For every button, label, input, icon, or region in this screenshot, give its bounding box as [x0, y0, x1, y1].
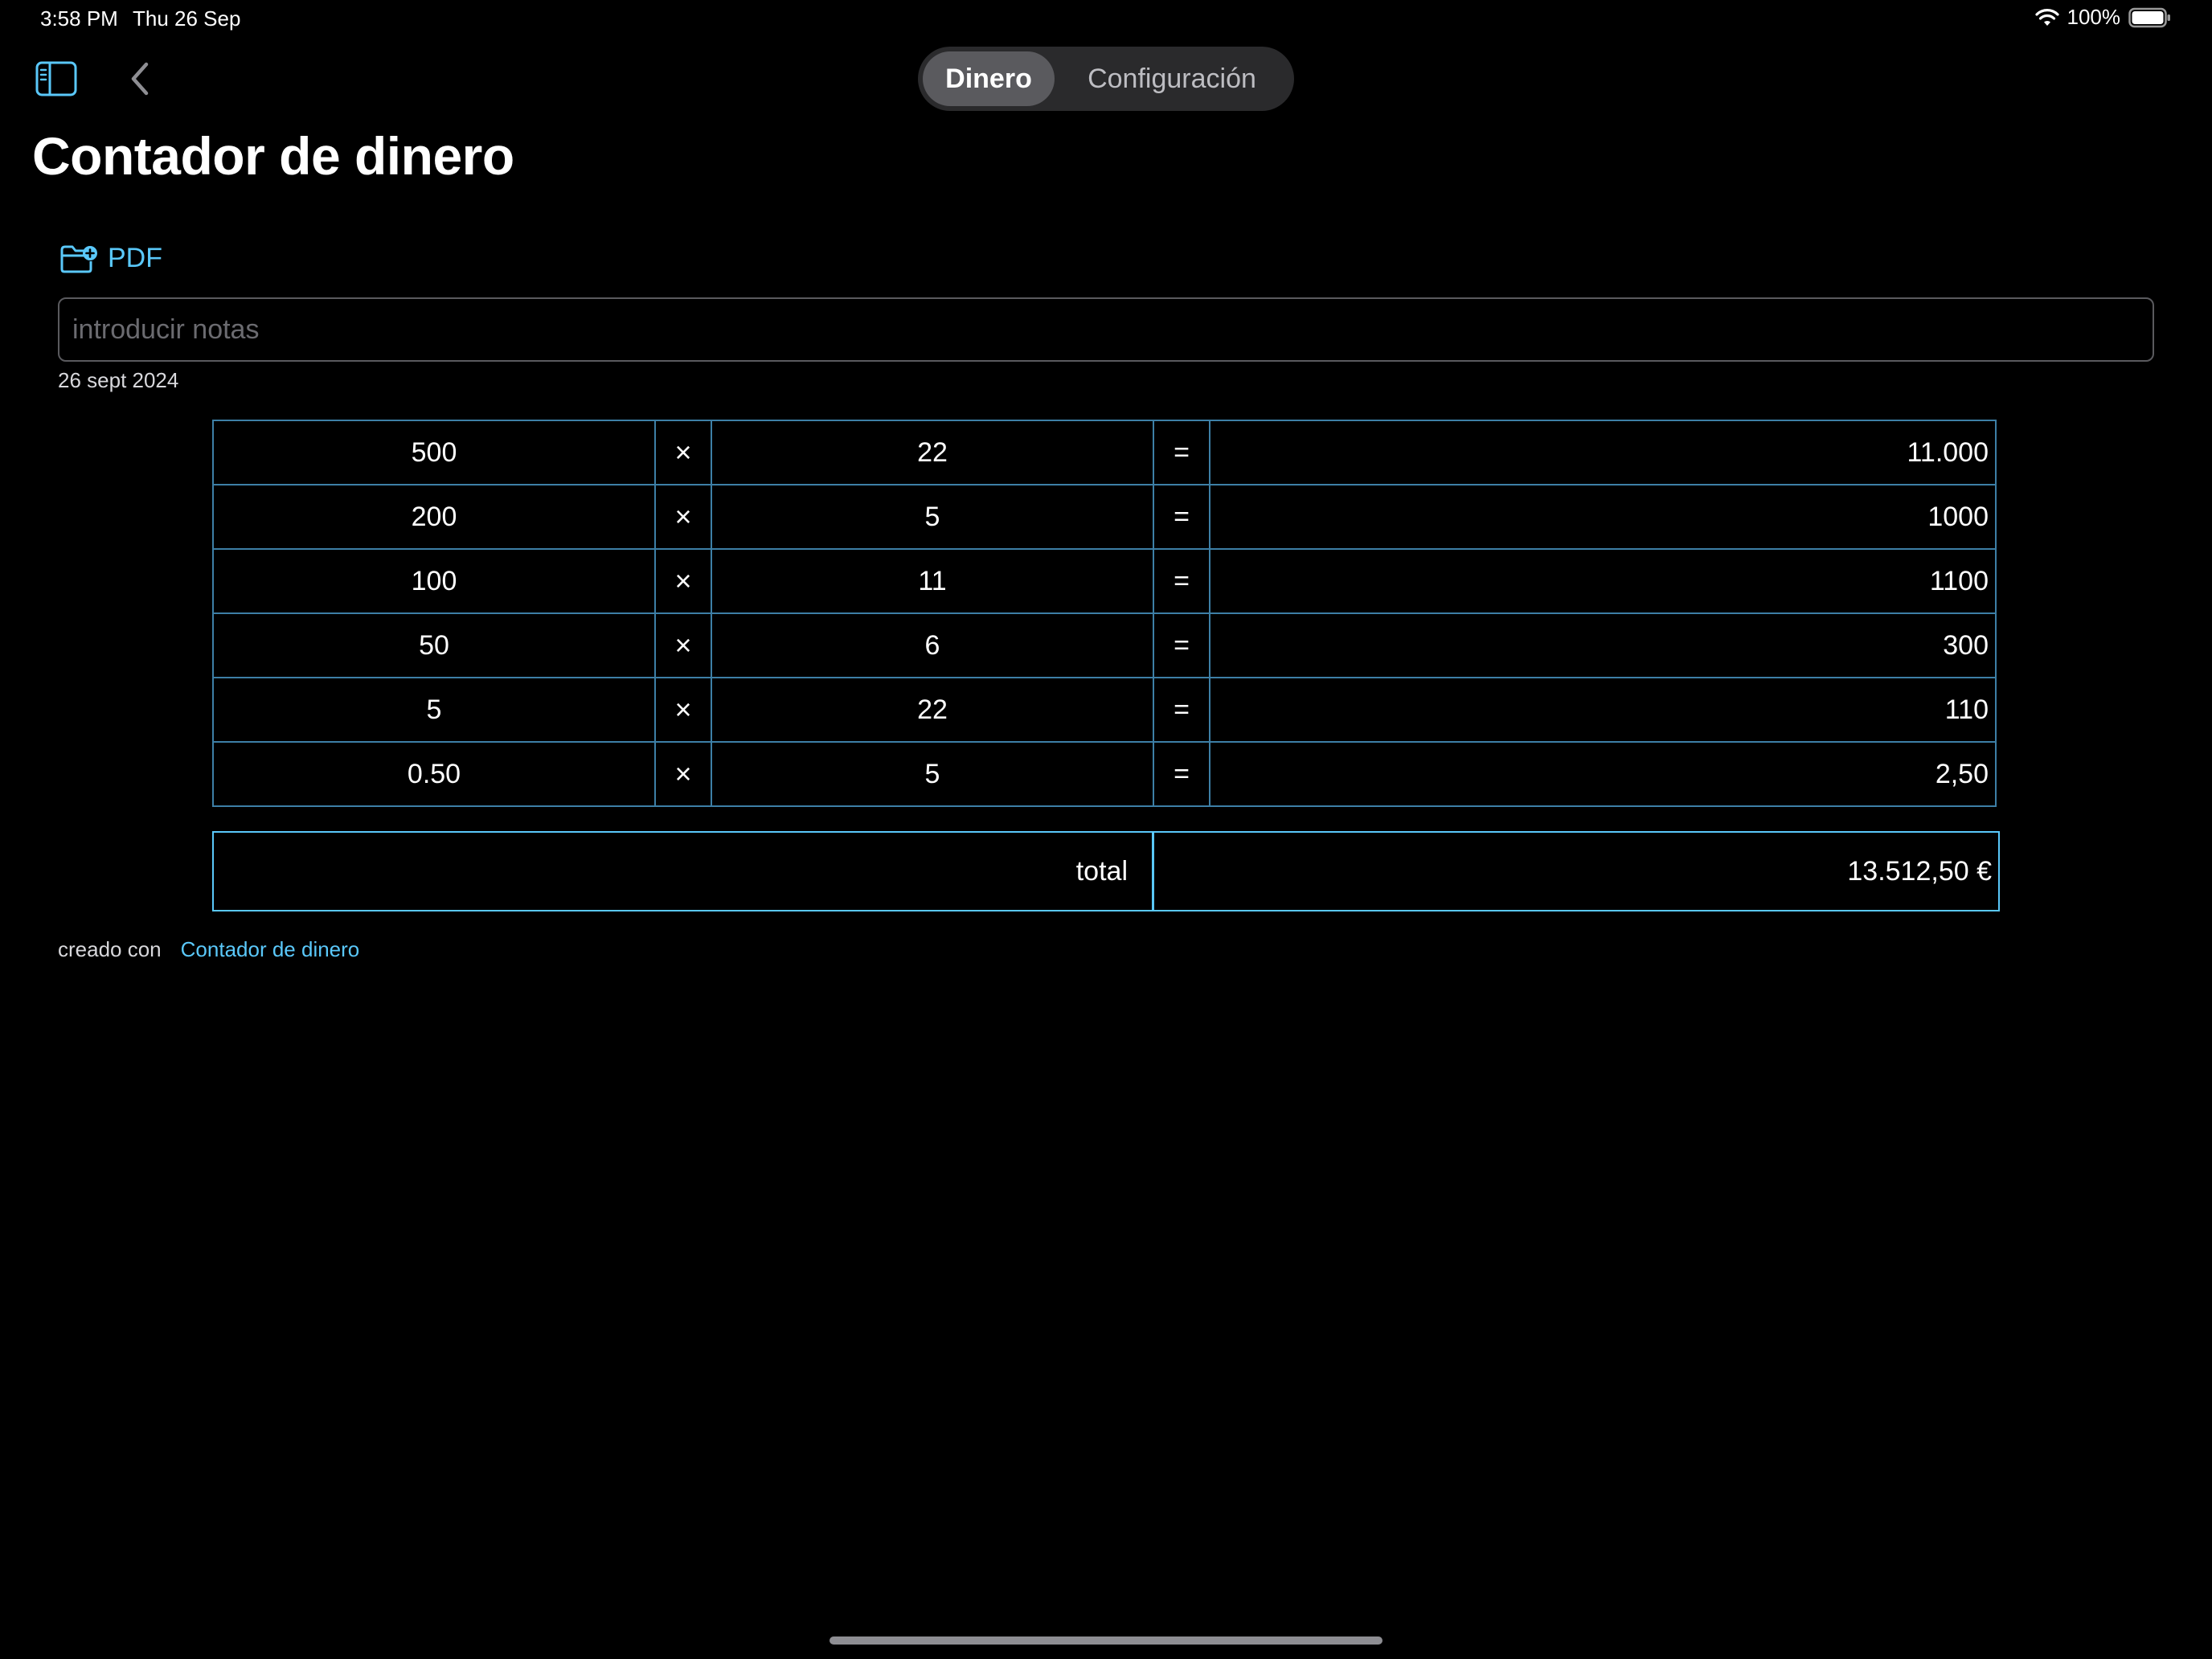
table-row: 0.50 × 5 = 2,50: [212, 741, 2000, 807]
result-cell: 1000: [1209, 484, 1997, 550]
app-window: 3:58 PM Thu 26 Sep 100% Dinero Configura…: [0, 0, 2212, 1659]
segmented-control: Dinero Configuración: [918, 47, 1294, 111]
denomination-cell[interactable]: 200: [212, 484, 656, 550]
back-button[interactable]: [125, 59, 154, 98]
footer-app-link[interactable]: Contador de dinero: [181, 937, 360, 962]
footer: creado con Contador de dinero: [58, 937, 359, 962]
equals-sign: =: [1153, 420, 1210, 485]
denomination-cell[interactable]: 500: [212, 420, 656, 485]
quantity-cell[interactable]: 5: [711, 484, 1154, 550]
equals-sign: =: [1153, 741, 1210, 807]
total-label: total: [214, 833, 1154, 910]
result-cell: 1100: [1209, 548, 1997, 614]
equals-sign: =: [1153, 612, 1210, 678]
table-row: 500 × 22 = 11.000: [212, 420, 2000, 485]
quantity-cell[interactable]: 5: [711, 741, 1154, 807]
quantity-cell[interactable]: 22: [711, 677, 1154, 743]
pdf-button-label: PDF: [108, 243, 162, 273]
notes-input[interactable]: [58, 297, 2154, 362]
footer-text: creado con: [58, 937, 162, 961]
status-date: Thu 26 Sep: [133, 6, 241, 31]
wifi-icon: [2034, 8, 2059, 26]
multiply-sign: ×: [654, 741, 712, 807]
sidebar-toggle-button[interactable]: [35, 61, 77, 96]
table-row: 100 × 11 = 1100: [212, 548, 2000, 614]
page-title: Contador de dinero: [32, 126, 514, 186]
result-cell: 300: [1209, 612, 1997, 678]
pdf-button[interactable]: PDF: [59, 243, 162, 274]
table-row: 5 × 22 = 110: [212, 677, 2000, 743]
equals-sign: =: [1153, 484, 1210, 550]
home-indicator[interactable]: [830, 1636, 1382, 1645]
multiply-sign: ×: [654, 548, 712, 614]
multiply-sign: ×: [654, 484, 712, 550]
denomination-cell[interactable]: 50: [212, 612, 656, 678]
battery-percent: 100%: [2067, 5, 2121, 29]
sidebar-icon: [35, 61, 77, 96]
quantity-cell[interactable]: 11: [711, 548, 1154, 614]
money-table: 500 × 22 = 11.000 200 × 5 = 1000 100 × 1…: [212, 420, 2000, 807]
battery-icon: [2128, 7, 2170, 27]
segment-configuracion[interactable]: Configuración: [1055, 51, 1289, 106]
total-value: 13.512,50 €: [1847, 855, 1992, 887]
quantity-cell[interactable]: 6: [711, 612, 1154, 678]
date-label: 26 sept 2024: [58, 368, 179, 392]
segment-dinero[interactable]: Dinero: [923, 51, 1055, 106]
result-cell: 2,50: [1209, 741, 1997, 807]
quantity-cell[interactable]: 22: [711, 420, 1154, 485]
folder-add-icon: [60, 245, 97, 272]
status-time: 3:58 PM: [40, 6, 118, 31]
status-indicators: 100%: [2034, 5, 2173, 30]
multiply-sign: ×: [654, 612, 712, 678]
multiply-sign: ×: [654, 420, 712, 485]
denomination-cell[interactable]: 100: [212, 548, 656, 614]
equals-sign: =: [1153, 677, 1210, 743]
total-box: total 13.512,50 €: [212, 831, 2000, 911]
denomination-cell[interactable]: 0.50: [212, 741, 656, 807]
chevron-left-icon: [131, 62, 149, 96]
table-row: 50 × 6 = 300: [212, 612, 2000, 678]
denomination-cell[interactable]: 5: [212, 677, 656, 743]
equals-sign: =: [1153, 548, 1210, 614]
table-row: 200 × 5 = 1000: [212, 484, 2000, 550]
result-cell: 110: [1209, 677, 1997, 743]
result-cell: 11.000: [1209, 420, 1997, 485]
multiply-sign: ×: [654, 677, 712, 743]
